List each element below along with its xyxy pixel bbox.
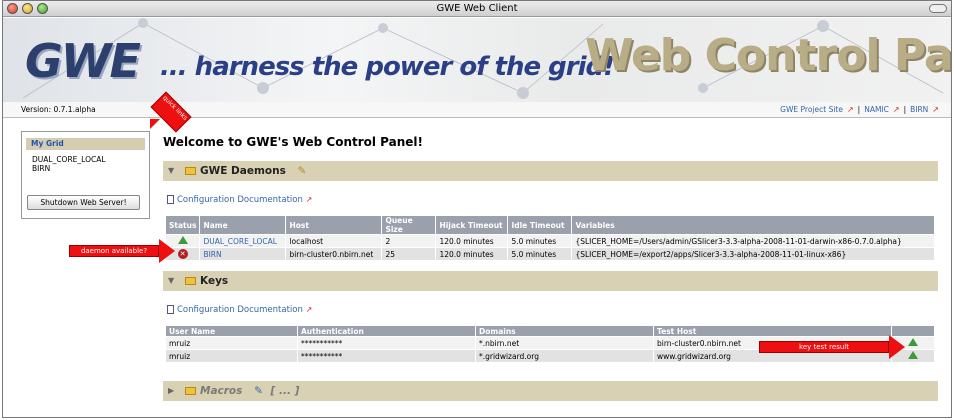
sidebar-item-birn[interactable]: BIRN xyxy=(22,164,149,173)
folder-icon xyxy=(185,277,196,285)
shutdown-button[interactable]: Shutdown Web Server! xyxy=(27,195,140,210)
browser-window: GWE Web Client GWE ... harness the power… xyxy=(2,0,952,418)
table-row: DUAL_CORE_LOCAL localhost 2 120.0 minute… xyxy=(164,234,935,248)
expand-arrow-icon[interactable]: ▼ xyxy=(168,271,174,291)
main-content: Welcome to GWE's Web Control Panel! ▼ GWE… xyxy=(163,131,938,401)
daemons-doc-link[interactable]: Configuration Documentation ↗ xyxy=(167,195,312,205)
gwe-project-link[interactable]: GWE Project Site xyxy=(780,102,843,118)
minimize-window-button[interactable] xyxy=(22,3,33,14)
daemon-name-link[interactable]: BIRN xyxy=(203,250,221,259)
keys-section-header[interactable]: ▼ Keys xyxy=(163,271,938,291)
external-link-icon: ↗ xyxy=(846,105,854,114)
gwe-logo: GWE xyxy=(25,34,141,88)
edit-icon[interactable]: ✎ xyxy=(254,385,263,397)
banner-title: Web Control Panel xyxy=(585,30,951,81)
table-row: ✕ BIRN birn-cluster0.nbirn.net 25 120.0 … xyxy=(164,247,935,261)
callout-arrow xyxy=(150,119,160,129)
callout-arrow xyxy=(889,335,905,359)
zoom-window-button[interactable] xyxy=(37,3,48,14)
toolbar-toggle-button[interactable] xyxy=(929,4,947,13)
daemons-section-header[interactable]: ▼ GWE Daemons ✎ xyxy=(163,161,938,181)
daemon-available-callout: daemon available? xyxy=(69,245,159,257)
document-icon xyxy=(167,195,174,204)
birn-link[interactable]: BIRN xyxy=(910,102,928,118)
my-grid-panel: My Grid DUAL_CORE_LOCAL BIRN Shutdown We… xyxy=(21,131,150,219)
header-banner: GWE ... harness the power of the grid! W… xyxy=(3,18,951,102)
external-link-icon: ↗ xyxy=(892,105,900,114)
folder-icon xyxy=(185,167,196,175)
callout-arrow xyxy=(159,239,175,263)
edit-icon[interactable]: ✎ xyxy=(298,165,307,177)
page-title: Welcome to GWE's Web Control Panel! xyxy=(163,135,424,149)
document-icon xyxy=(167,305,174,314)
my-grid-heading[interactable]: My Grid xyxy=(26,138,145,150)
collapse-arrow-icon[interactable]: ▶ xyxy=(168,381,174,401)
window-title: GWE Web Client xyxy=(436,3,518,14)
namic-link[interactable]: NAMIC xyxy=(864,102,889,118)
version-label: Version: 0.7.1.alpha xyxy=(21,105,96,114)
quick-links: GWE Project Site ↗ | NAMIC ↗ | BIRN ↗ xyxy=(780,102,939,118)
expand-arrow-icon[interactable]: ▼ xyxy=(168,161,174,181)
external-link-icon: ↗ xyxy=(305,195,313,204)
version-bar: Version: 0.7.1.alpha GWE Project Site ↗ |… xyxy=(3,102,951,118)
key-test-result-icon[interactable] xyxy=(908,338,918,346)
sidebar-item-dual-core-local[interactable]: DUAL_CORE_LOCAL xyxy=(22,155,149,164)
daemon-name-link[interactable]: DUAL_CORE_LOCAL xyxy=(203,237,277,246)
key-test-callout: key test result xyxy=(759,341,889,353)
macros-section-header[interactable]: ▶ Macros ✎ [ ... ] xyxy=(163,381,938,401)
external-link-icon: ↗ xyxy=(932,105,939,114)
key-test-result-icon[interactable] xyxy=(908,351,918,359)
status-unavailable-icon: ✕ xyxy=(177,249,188,259)
daemons-table: Status Name Host Queue Size Hijack Timeo… xyxy=(164,215,935,261)
external-link-icon: ↗ xyxy=(305,305,313,314)
title-bar: GWE Web Client xyxy=(3,1,951,17)
keys-doc-link[interactable]: Configuration Documentation ↗ xyxy=(167,305,312,315)
tagline: ... harness the power of the grid! xyxy=(160,52,615,82)
status-available-icon xyxy=(177,236,188,244)
close-window-button[interactable] xyxy=(7,3,18,14)
folder-icon xyxy=(185,387,196,395)
